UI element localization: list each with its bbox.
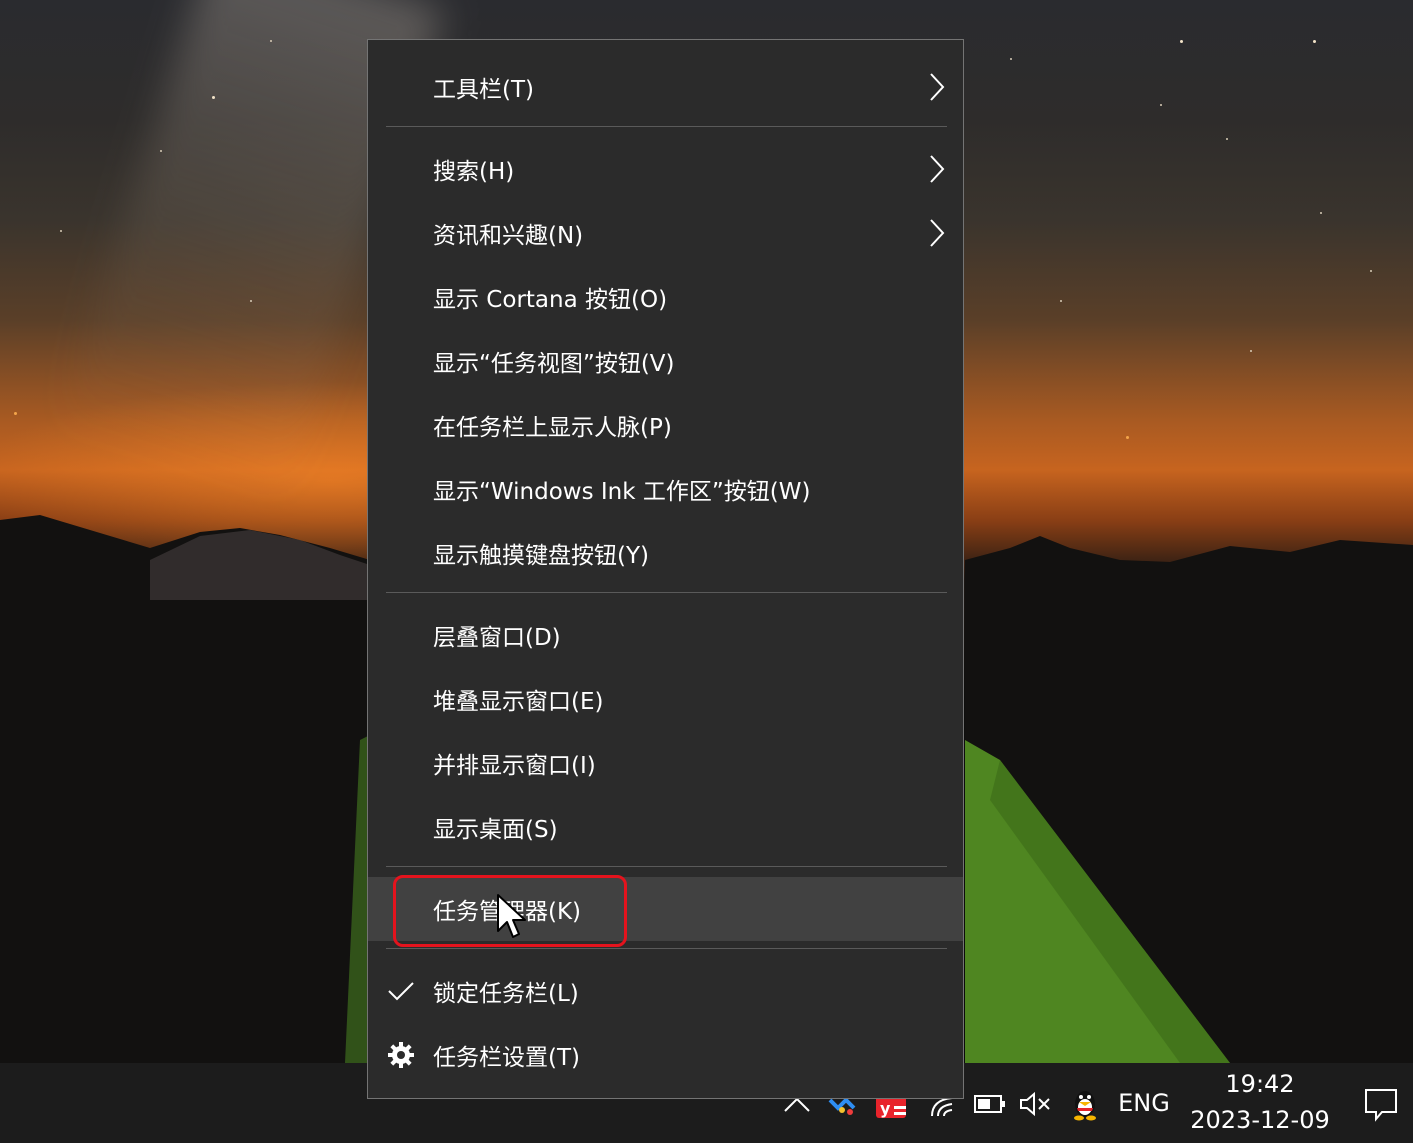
qq-icon[interactable] <box>1070 1086 1100 1122</box>
checkmark-icon <box>388 982 414 1001</box>
menu-item-search[interactable]: 搜索(H) <box>368 137 963 201</box>
menu-item-label: 显示触摸键盘按钮(Y) <box>433 543 649 569</box>
menu-item-show-people[interactable]: 在任务栏上显示人脉(P) <box>368 393 963 457</box>
clock[interactable]: 19:42 2023-12-09 <box>1190 1066 1330 1142</box>
clock-time: 19:42 <box>1225 1070 1295 1098</box>
desktop-wallpaper: y ENG 19:42 2023-12-09 工具栏(T) 搜索(H) 资讯和兴… <box>0 0 1413 1143</box>
action-center-icon[interactable] <box>1362 1086 1400 1122</box>
menu-item-task-manager[interactable]: 任务管理器(K) <box>368 877 963 941</box>
language-indicator[interactable]: ENG <box>1113 1086 1175 1120</box>
menu-item-news-interests[interactable]: 资讯和兴趣(N) <box>368 201 963 265</box>
menu-item-label: 锁定任务栏(L) <box>433 981 579 1007</box>
menu-item-show-touch-keyboard[interactable]: 显示触摸键盘按钮(Y) <box>368 521 963 585</box>
chevron-right-icon <box>930 73 945 101</box>
menu-item-show-task-view[interactable]: 显示“任务视图”按钮(V) <box>368 329 963 393</box>
menu-item-label: 层叠窗口(D) <box>433 625 561 651</box>
taskbar-context-menu: 工具栏(T) 搜索(H) 资讯和兴趣(N) 显示 Cortana 按钮(O) 显… <box>367 39 964 1099</box>
gear-icon <box>388 1042 414 1068</box>
separator <box>386 866 947 867</box>
menu-item-label: 任务栏设置(T) <box>433 1045 580 1071</box>
menu-item-label: 并排显示窗口(I) <box>433 753 596 779</box>
chevron-right-icon <box>930 219 945 247</box>
menu-item-label: 堆叠显示窗口(E) <box>433 689 604 715</box>
menu-item-label: 工具栏(T) <box>433 77 534 103</box>
separator <box>386 948 947 949</box>
menu-item-cascade-windows[interactable]: 层叠窗口(D) <box>368 603 963 667</box>
menu-item-show-windows-ink[interactable]: 显示“Windows Ink 工作区”按钮(W) <box>368 457 963 521</box>
menu-item-label: 显示桌面(S) <box>433 817 558 843</box>
menu-item-label: 显示“任务视图”按钮(V) <box>433 351 675 377</box>
svg-text:y: y <box>880 1099 891 1118</box>
battery-icon[interactable] <box>973 1091 1007 1117</box>
menu-item-label: 搜索(H) <box>433 159 515 185</box>
clock-date: 2023-12-09 <box>1190 1106 1330 1134</box>
menu-item-label: 在任务栏上显示人脉(P) <box>433 415 672 441</box>
menu-item-show-desktop[interactable]: 显示桌面(S) <box>368 795 963 859</box>
menu-item-label: 显示“Windows Ink 工作区”按钮(W) <box>433 479 811 505</box>
menu-item-show-cortana[interactable]: 显示 Cortana 按钮(O) <box>368 265 963 329</box>
chevron-right-icon <box>930 155 945 183</box>
menu-item-side-by-side-windows[interactable]: 并排显示窗口(I) <box>368 731 963 795</box>
separator <box>386 592 947 593</box>
menu-item-taskbar-settings[interactable]: 任务栏设置(T) <box>368 1023 963 1087</box>
mouse-pointer-icon <box>497 894 526 938</box>
separator <box>386 126 947 127</box>
menu-item-lock-taskbar[interactable]: 锁定任务栏(L) <box>368 959 963 1023</box>
menu-item-label: 显示 Cortana 按钮(O) <box>433 287 668 313</box>
menu-item-stack-windows[interactable]: 堆叠显示窗口(E) <box>368 667 963 731</box>
volume-muted-icon[interactable] <box>1018 1090 1052 1118</box>
menu-item-toolbars[interactable]: 工具栏(T) <box>368 55 963 119</box>
menu-item-label: 资讯和兴趣(N) <box>433 223 584 249</box>
